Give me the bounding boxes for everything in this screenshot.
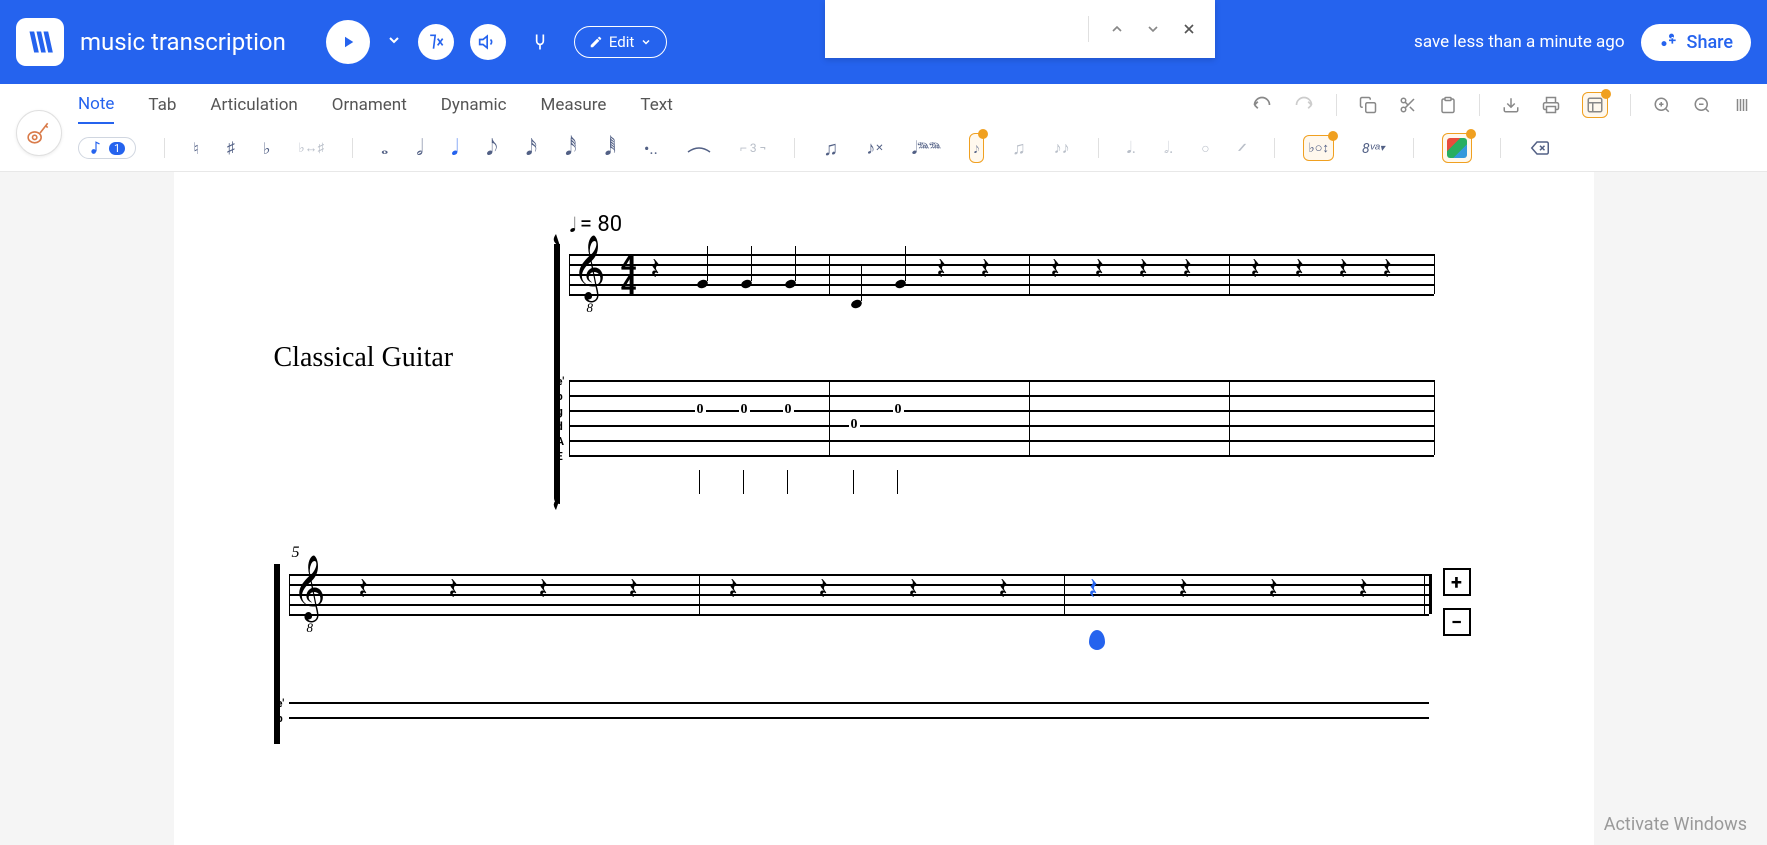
grace-note-icon[interactable]: 𝆕 [969,133,984,163]
play-button[interactable] [326,20,370,64]
tab-dynamic[interactable]: Dynamic [441,87,507,123]
ghost-note-icon[interactable]: 𝅘𝅥. [1127,138,1136,158]
beam-icon[interactable]: ♫ [823,136,838,161]
beam-group-icon[interactable]: ♫ [1012,138,1026,159]
voice-number: 1 [109,142,125,155]
tab-ornament[interactable]: Ornament [332,87,407,123]
unbeam-icon[interactable]: ♪✕ [866,138,883,159]
share-label: Share [1687,32,1733,53]
whole-note-icon[interactable]: 𝅝 [381,138,388,159]
tab-fret[interactable]: 0 [695,402,706,418]
tremolo-icon[interactable]: 𝅘𝅥𝆮𝆮 [912,138,941,159]
app-logo[interactable] [16,18,64,66]
zoom-in-icon[interactable] [1653,96,1671,114]
speaker-icon[interactable] [470,24,506,60]
tab-fret[interactable]: 0 [739,402,750,418]
undo-icon[interactable] [1252,95,1272,115]
add-measure-button[interactable]: + [1443,568,1471,596]
close-panel-icon[interactable] [1181,21,1197,37]
windows-watermark: Activate Windows [1604,814,1747,835]
dot-icon[interactable]: •.. [644,139,658,158]
tab-text[interactable]: Text [640,87,672,123]
instrument-name: Classical Guitar [274,342,454,374]
save-status: save less than a minute ago [1414,32,1625,52]
clef-octave: 8 [587,300,594,316]
tuplet-icon[interactable]: ⌐ 3 ¬ [740,141,766,155]
tab-string-labels: e'b [277,696,285,726]
tab-articulation[interactable]: Articulation [210,87,297,123]
treble-clef: 𝄞 [573,240,606,296]
eighth-note-icon[interactable]: 𝅘𝅥𝅮 [486,136,497,161]
selection-handle[interactable] [1089,630,1105,650]
score-canvas[interactable]: Classical Guitar 𝅘𝅥= 80 𝄞 8 [0,172,1767,845]
print-icon[interactable] [1542,96,1560,114]
slash-note-icon[interactable]: 𝄍 [1238,138,1247,159]
paste-icon[interactable] [1439,96,1457,114]
remove-measure-button[interactable]: − [1443,608,1471,636]
tab-string-labels: e'bgdAE [557,374,565,464]
edit-label: Edit [609,33,634,51]
natural-icon[interactable]: ♮ [193,139,199,158]
ottava-icon[interactable]: 8ᵛᵃ ▾ [1362,140,1385,157]
find-replace-panel [825,0,1215,58]
treble-clef: 𝄞 [293,560,326,616]
fx-icon[interactable] [418,24,454,60]
copy-icon[interactable] [1359,96,1377,114]
tab-fret[interactable]: 0 [783,402,794,418]
zoom-out-icon[interactable] [1693,96,1711,114]
cut-icon[interactable] [1399,96,1417,114]
play-options-dropdown[interactable] [386,32,402,52]
prev-result-icon[interactable] [1109,21,1125,37]
clef-octave: 8 [307,620,314,636]
delete-icon[interactable] [1529,139,1551,157]
sharp-icon[interactable]: ♯ [227,138,235,158]
tie-icon[interactable] [686,142,712,154]
quarter-note-icon[interactable]: 𝅘𝅥 [451,136,458,161]
download-icon[interactable] [1502,96,1520,114]
flat-icon[interactable]: ♭ [263,139,271,158]
tab-note[interactable]: Note [78,86,114,124]
thirtysecond-note-icon[interactable]: 𝅘𝅥𝅰 [565,136,576,161]
share-button[interactable]: Share [1641,24,1751,61]
tab-tab[interactable]: Tab [148,87,176,123]
selected-rest[interactable]: 𝄽 [1089,572,1098,607]
document-title[interactable]: music transcription [80,28,286,56]
time-signature: 44 [621,255,637,295]
sixteenth-note-icon[interactable]: 𝅘𝅥𝅯 [526,136,537,161]
tuning-fork-icon[interactable] [522,24,558,60]
half-note-icon[interactable]: 𝅗𝅥 [416,136,423,161]
edit-mode-button[interactable]: Edit [574,26,667,58]
tab-measure[interactable]: Measure [541,87,607,123]
dead-note-icon[interactable]: 𝅗𝅥. [1164,138,1173,158]
redo-icon[interactable] [1294,95,1314,115]
tab-fret[interactable]: 0 [893,402,904,418]
enharmonic-icon[interactable]: ♭↔♯ [298,140,324,156]
bars-icon[interactable] [1733,96,1751,114]
layout-icon[interactable] [1582,92,1608,118]
note-voice-pill[interactable]: 1 [78,137,136,159]
sixtyfourth-note-icon[interactable]: 𝅘𝅥𝅱 [605,136,616,161]
color-picker-icon[interactable] [1442,133,1472,163]
instrument-fab[interactable] [16,110,62,156]
tab-fret[interactable]: 0 [849,417,860,433]
beam-break-icon[interactable]: ♪♪ [1054,138,1070,158]
next-result-icon[interactable] [1145,21,1161,37]
tempo-marking: 𝅘𝅥= 80 [570,212,623,237]
transpose-icon[interactable]: ♭○↕ [1303,135,1333,161]
cue-note-icon[interactable]: ○ [1201,140,1209,157]
